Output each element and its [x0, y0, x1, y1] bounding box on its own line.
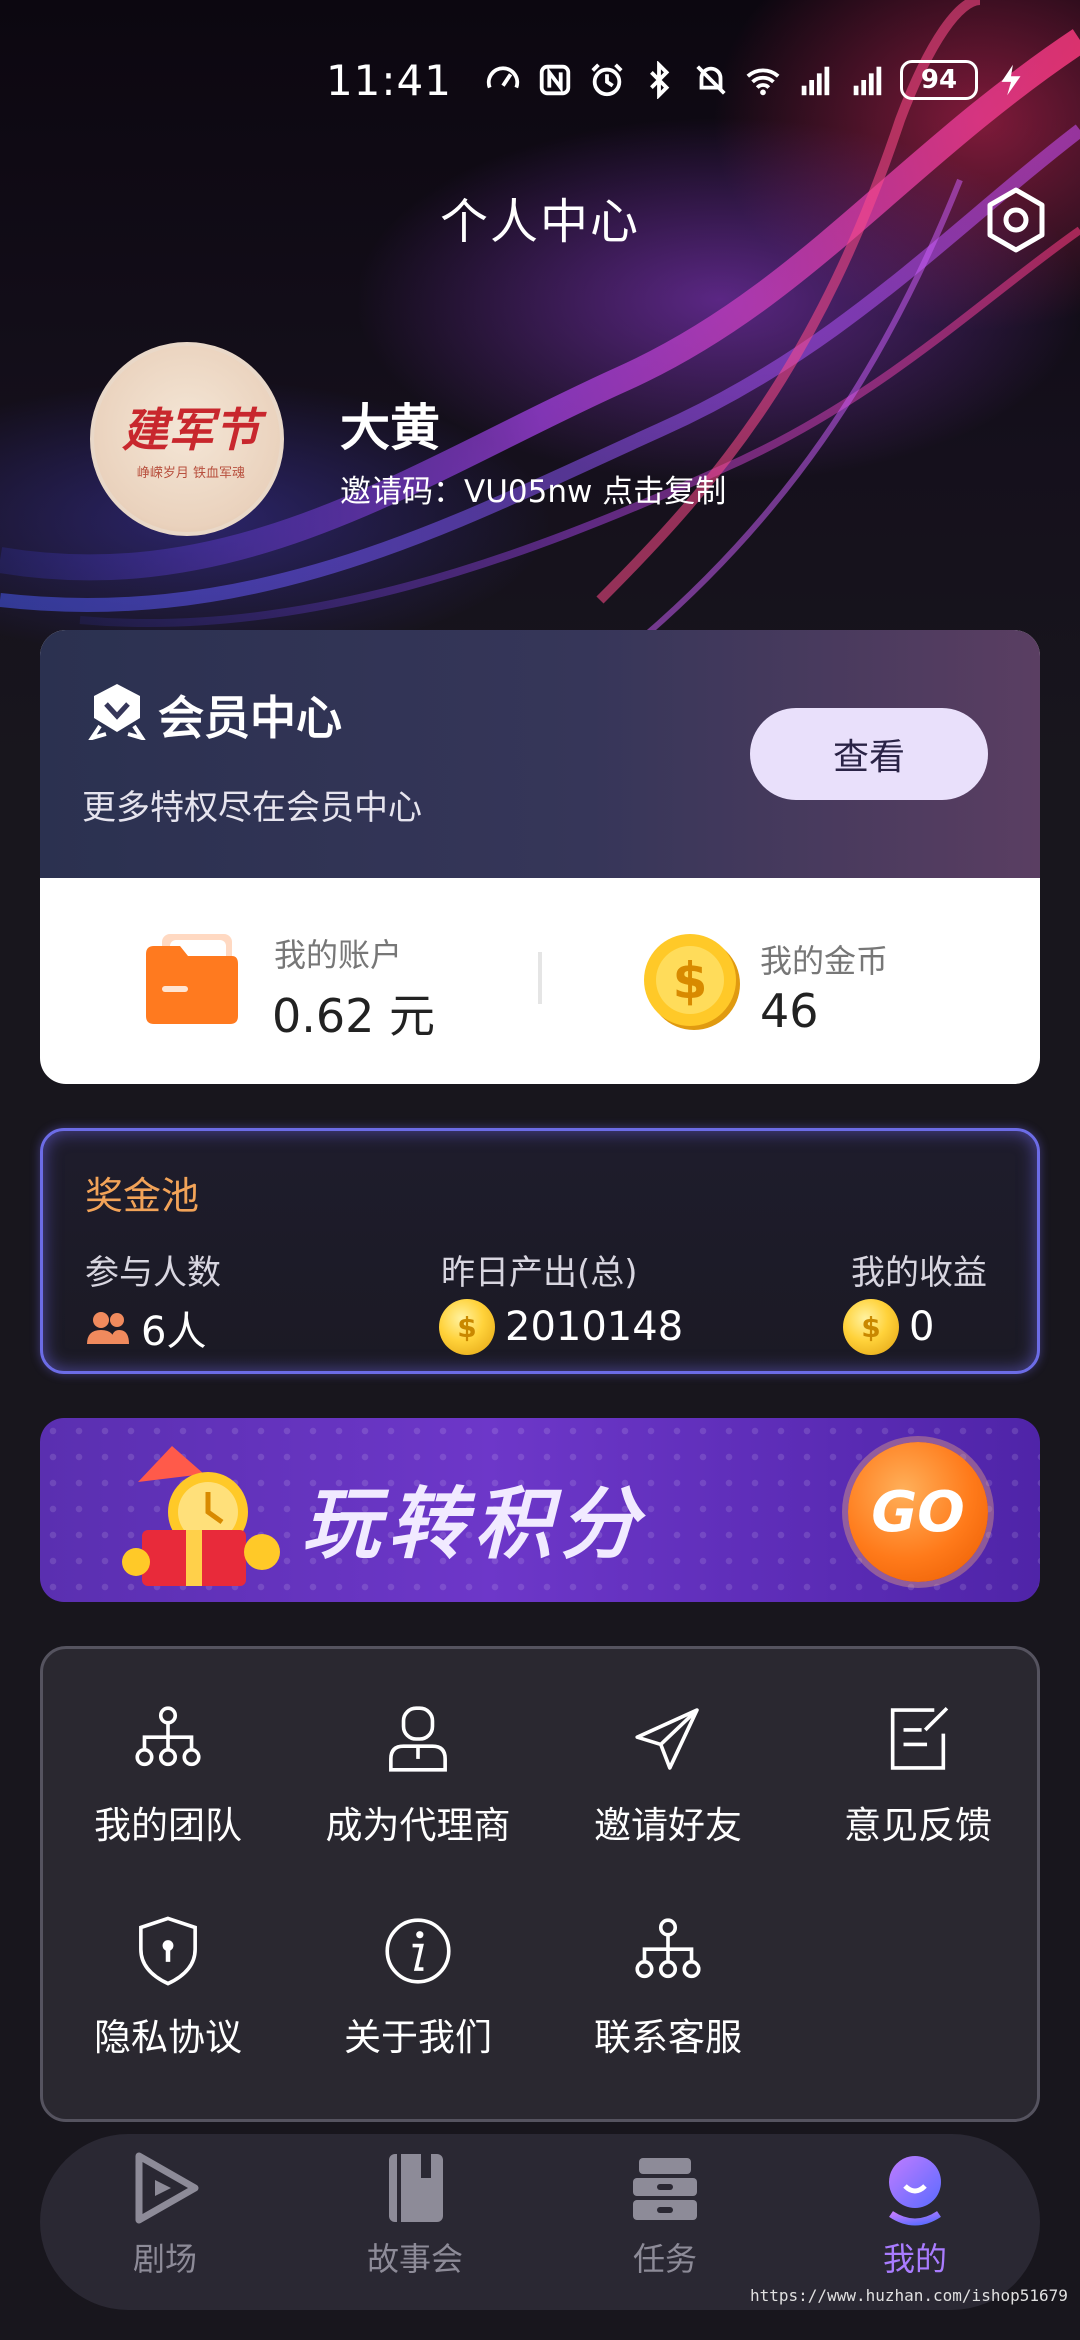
menu-item-privacy-policy[interactable]: 隐私协议	[43, 1861, 293, 2061]
banner-title: 玩转积分	[302, 1480, 647, 1570]
invite-code-copy[interactable]: 邀请码：VU05nw 点击复制	[340, 466, 726, 511]
svg-text:$: $	[673, 952, 708, 1010]
coins-balance[interactable]: 46	[760, 984, 819, 1038]
alarm-icon	[591, 63, 623, 97]
bluetooth-icon	[650, 61, 670, 99]
member-badge-icon	[88, 684, 146, 740]
participants-value: 6人	[141, 1309, 207, 1355]
menu-label: 邀请好友	[594, 1804, 742, 1847]
paper-plane-icon	[635, 1708, 699, 1770]
account-balance[interactable]: 0.62 元	[272, 980, 435, 1046]
task-box-icon	[633, 2158, 697, 2220]
bottom-nav: 剧场 故事会 任务 我的	[40, 2134, 1040, 2310]
watermark: https://www.huzhan.com/ishop51679	[750, 2286, 1068, 2305]
avatar-logo-text: 建军节	[122, 403, 260, 457]
settings-hexagon-icon[interactable]	[982, 186, 1050, 254]
customer-service-hierarchy-icon	[635, 1918, 701, 1979]
menu-item-feedback[interactable]: 意见反馈	[793, 1649, 1043, 1849]
nav-tab-story[interactable]: 故事会	[290, 2134, 540, 2310]
nav-tab-tasks[interactable]: 任务	[540, 2134, 790, 2310]
member-center-header: 会员中心 更多特权尽在会员中心 查看	[40, 630, 1040, 878]
yesterday-output-label: 昨日产出(总)	[441, 1253, 638, 1293]
battery-indicator: 94	[900, 60, 978, 100]
menu-item-contact-support[interactable]: 联系客服	[543, 1861, 793, 2061]
avatar[interactable]: 建军节 峥嵘岁月 铁血军魂	[90, 342, 284, 536]
info-icon	[385, 1918, 451, 1984]
my-earnings-value: 0	[909, 1304, 935, 1350]
charging-icon	[1001, 64, 1021, 96]
play-points-banner[interactable]: 玩转积分 GO	[40, 1418, 1040, 1602]
menu-label: 成为代理商	[325, 1804, 511, 1847]
menu-label: 隐私协议	[94, 2016, 242, 2059]
member-card: 会员中心 更多特权尽在会员中心 查看 我的账户 0.62 元 $ 我的金币 46	[40, 630, 1040, 1084]
mute-bell-icon	[696, 65, 726, 95]
nav-tab-theater[interactable]: 剧场	[40, 2134, 290, 2310]
my-earnings-stat: $ 0	[843, 1299, 934, 1355]
speedometer-icon	[486, 66, 520, 89]
nfc-icon	[539, 64, 571, 96]
gift-box-icon	[122, 1446, 280, 1586]
agent-person-icon	[389, 1706, 447, 1772]
nav-label: 任务	[632, 2240, 697, 2278]
status-bar: 11:41 94	[0, 40, 1080, 120]
yesterday-output-stat: $ 2010148	[439, 1299, 683, 1355]
nav-label: 故事会	[366, 2240, 463, 2278]
view-member-button[interactable]: 查看	[750, 708, 988, 800]
participants-stat: 6人	[85, 1299, 206, 1357]
coin-icon: $	[439, 1299, 495, 1355]
signal-5g-icon	[801, 66, 830, 96]
avatar-logo-subtext: 峥嵘岁月 铁血军魂	[136, 466, 246, 481]
gold-coin-icon: $	[644, 934, 740, 1030]
status-time: 11:41	[325, 55, 452, 105]
menu-item-about-us[interactable]: 关于我们	[293, 1861, 543, 2061]
prize-pool-title: 奖金池	[85, 1174, 200, 1218]
member-center-subtitle: 更多特权尽在会员中心	[82, 788, 422, 828]
wifi-icon	[746, 68, 780, 96]
card-divider	[538, 952, 542, 1004]
menu-item-become-agent[interactable]: 成为代理商	[293, 1649, 543, 1849]
coin-icon: $	[843, 1299, 899, 1355]
menu-label: 意见反馈	[844, 1804, 992, 1847]
yesterday-output-value: 2010148	[505, 1304, 684, 1350]
go-button[interactable]: GO	[848, 1442, 988, 1582]
nav-label: 我的	[882, 2240, 947, 2278]
feedback-edit-icon	[890, 1706, 949, 1770]
people-icon	[87, 1312, 129, 1344]
my-earnings-label: 我的收益	[851, 1253, 987, 1293]
menu-label: 我的团队	[94, 1804, 242, 1847]
team-hierarchy-icon	[135, 1706, 201, 1767]
menu-label: 联系客服	[594, 2016, 742, 2059]
menu-label: 关于我们	[344, 2016, 492, 2059]
prize-pool-card[interactable]: 奖金池 参与人数 6人 昨日产出(总) $ 2010148 我的收益 $ 0	[40, 1128, 1040, 1374]
page-title: 个人中心	[439, 194, 640, 250]
nav-label: 剧场	[132, 2240, 197, 2278]
participants-label: 参与人数	[85, 1253, 221, 1293]
coins-label: 我的金币	[760, 942, 889, 980]
user-name: 大黄	[340, 399, 440, 457]
play-icon	[135, 2152, 199, 2224]
nav-tab-mine[interactable]: 我的	[790, 2134, 1040, 2310]
member-center-title: 会员中心	[158, 691, 342, 745]
profile-icon	[889, 2156, 941, 2226]
account-label: 我的账户	[274, 936, 403, 974]
menu-item-invite-friends[interactable]: 邀请好友	[543, 1649, 793, 1849]
shield-lock-icon	[139, 1916, 197, 1986]
wallet-folder-icon	[146, 934, 238, 1024]
book-icon	[389, 2154, 443, 2222]
feature-menu: 我的团队 成为代理商 邀请好友 意见反馈 隐私协议 关于我们 联系客服	[40, 1646, 1040, 2122]
signal-4g-icon	[853, 66, 882, 96]
menu-item-my-team[interactable]: 我的团队	[43, 1649, 293, 1849]
